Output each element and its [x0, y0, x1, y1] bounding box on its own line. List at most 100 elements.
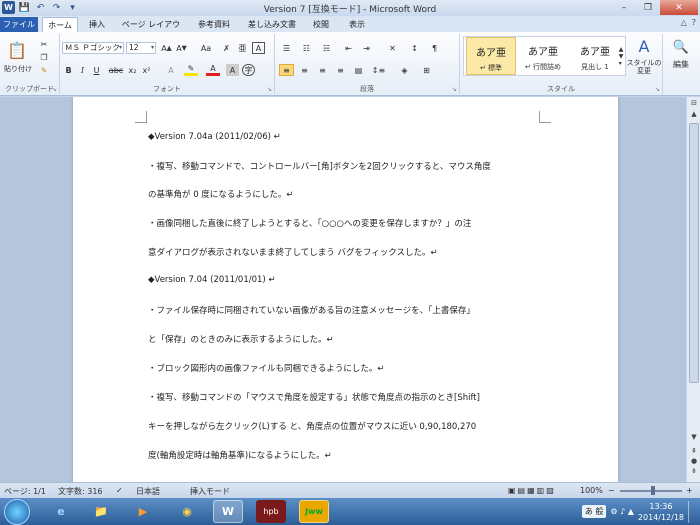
numbering-icon[interactable]: ☷ — [299, 42, 314, 54]
italic-icon[interactable]: I — [76, 64, 89, 76]
style-normal[interactable]: あア亜 ↵ 標準 — [466, 37, 516, 75]
enclose-char-icon[interactable]: 字 — [242, 64, 255, 76]
paste-button[interactable]: 貼り付け — [2, 64, 34, 74]
format-painter-icon[interactable]: ✎ — [38, 64, 50, 76]
font-color-icon[interactable]: A — [206, 64, 220, 76]
strikethrough-icon[interactable]: abc — [108, 64, 124, 76]
scroll-up-icon[interactable]: ▲ — [688, 110, 700, 122]
doc-line-4[interactable]: ・画像同梱した直後に終了しようとすると、「○○○への変更を保存しますか？」の注 — [148, 217, 471, 229]
minimize-button[interactable]: – — [612, 0, 636, 15]
zoom-out-icon[interactable]: − — [608, 486, 615, 495]
tab-file[interactable]: ファイル — [0, 17, 38, 32]
language-indicator[interactable]: 日本語 — [136, 486, 160, 497]
line-spacing-icon[interactable]: ↕≡ — [371, 64, 386, 76]
paste-icon[interactable]: 📋 — [4, 36, 30, 64]
sort-icon[interactable]: ↕ — [407, 42, 422, 54]
text-effects-icon[interactable]: A — [164, 64, 178, 76]
clock[interactable]: 13:36 2014/12/18 — [638, 501, 684, 523]
align-left-icon[interactable]: ≡ — [279, 64, 294, 76]
find-icon[interactable]: 🔍 — [671, 38, 691, 56]
tab-review[interactable]: 校閲 — [306, 17, 336, 32]
font-name-combo[interactable]: ＭＳ Ｐゴシック ▾ — [62, 42, 124, 54]
superscript-icon[interactable]: x² — [140, 64, 153, 76]
show-marks-icon[interactable]: ¶ — [427, 42, 442, 54]
doc-line-2[interactable]: ・複写、移動コマンドで、コントロールバー[角]ボタンを2回クリックすると、マウス… — [148, 160, 491, 172]
font-size-combo[interactable]: 12 ▾ — [126, 42, 156, 54]
close-button[interactable]: ✕ — [660, 0, 698, 15]
bullets-icon[interactable]: ☰ — [279, 42, 294, 54]
clear-format-icon[interactable]: ✗ — [220, 42, 233, 54]
doc-line-8[interactable]: と「保存」のときのみに表示するようにした。↵ — [148, 333, 334, 345]
grow-font-icon[interactable]: A ▲ — [160, 42, 173, 54]
text-direction-icon[interactable]: ✕ — [385, 42, 400, 54]
show-desktop-button[interactable] — [688, 500, 696, 523]
doc-line-6[interactable]: ◆Version 7.04 (2011/01/01) ↵ — [148, 275, 276, 285]
zoom-in-icon[interactable]: + — [686, 486, 693, 495]
tab-references[interactable]: 参考資料 — [192, 17, 236, 32]
change-styles-button[interactable]: スタイルの変更 — [624, 58, 664, 76]
align-right-icon[interactable]: ≡ — [315, 64, 330, 76]
subscript-icon[interactable]: x₂ — [126, 64, 139, 76]
tab-view[interactable]: 表示 — [342, 17, 372, 32]
insert-mode-indicator[interactable]: 挿入モード — [190, 486, 230, 497]
zoom-knob[interactable] — [651, 486, 655, 495]
align-center-icon[interactable]: ≡ — [297, 64, 312, 76]
tab-home[interactable]: ホーム — [42, 17, 78, 32]
help-icon[interactable]: ? — [692, 18, 696, 27]
borders-icon[interactable]: ⊞ — [419, 64, 434, 76]
explorer-icon[interactable]: 📁 — [86, 500, 116, 523]
decrease-indent-icon[interactable]: ⇤ — [341, 42, 356, 54]
font-launcher-icon[interactable]: ↘ — [267, 86, 272, 93]
page-count[interactable]: ページ: 1/1 — [4, 486, 46, 497]
tab-mailings[interactable]: 差し込み文書 — [244, 17, 300, 32]
change-case-icon[interactable]: Aa — [198, 42, 214, 54]
doc-line-12[interactable]: 度(軸角設定時は軸角基準)になるようにした。↵ — [148, 449, 332, 461]
distribute-icon[interactable]: ▤ — [351, 64, 366, 76]
jww-task-icon[interactable]: Jww — [299, 500, 329, 523]
maximize-button[interactable]: ❐ — [636, 0, 660, 15]
cut-icon[interactable]: ✂ — [38, 38, 50, 50]
char-border-icon[interactable]: A — [252, 42, 265, 54]
editing-button[interactable]: 編集 — [665, 58, 697, 70]
shrink-font-icon[interactable]: A ▼ — [175, 42, 188, 54]
media-player-icon[interactable]: ▶ — [128, 500, 158, 523]
style-no-spacing[interactable]: あア亜 ↵ 行間詰め — [518, 37, 568, 75]
style-heading-1[interactable]: あア亜 見出し 1 — [570, 37, 620, 75]
scroll-down-icon[interactable]: ▼ — [688, 433, 700, 445]
justify-icon[interactable]: ≡ — [333, 64, 348, 76]
bold-icon[interactable]: B — [62, 64, 75, 76]
next-page-icon[interactable]: ⇟ — [688, 467, 700, 479]
doc-line-3[interactable]: の基準角が 0 度になるようにした。↵ — [148, 188, 293, 200]
start-button[interactable] — [4, 499, 30, 525]
tray-icons[interactable]: ⚙ ♪ ▲ — [610, 507, 634, 516]
proofing-icon[interactable]: ✓ — [116, 486, 123, 495]
styles-launcher-icon[interactable]: ↘ — [655, 86, 660, 93]
paragraph-launcher-icon[interactable]: ↘ — [452, 86, 457, 93]
tab-page-layout[interactable]: ページ レイアウト — [118, 17, 184, 44]
copy-icon[interactable]: ❐ — [38, 51, 50, 63]
doc-line-1[interactable]: ◆Version 7.04a (2011/02/06) ↵ — [148, 132, 281, 142]
ribbon-minimize-icon[interactable]: △ — [681, 18, 687, 27]
chrome-icon[interactable]: ◉ — [172, 500, 202, 523]
doc-line-7[interactable]: ・ファイル保存時に同梱されていない画像がある旨の注意メッセージを、「上書保存」 — [148, 304, 475, 316]
ie-icon[interactable]: e — [46, 500, 76, 523]
phonetic-guide-icon[interactable]: 亜 — [236, 42, 249, 54]
multilevel-list-icon[interactable]: ☵ — [319, 42, 334, 54]
change-styles-icon[interactable]: A — [628, 36, 660, 56]
clipboard-launcher-icon[interactable]: ↘ — [52, 86, 57, 93]
word-task-icon[interactable]: W — [213, 500, 243, 523]
scroll-thumb[interactable] — [689, 123, 699, 383]
ime-indicator[interactable]: あ 般 — [581, 505, 607, 518]
tab-insert[interactable]: 挿入 — [82, 17, 112, 32]
doc-line-10[interactable]: ・複写、移動コマンドの「マウスで角度を設定する」状態で角度点の指示のとき[Shi… — [148, 391, 480, 403]
zoom-level[interactable]: 100% — [580, 486, 603, 495]
view-buttons-icon[interactable]: ▣▤▦▥▧ — [508, 486, 556, 495]
vertical-scrollbar[interactable]: ⊟ ▲ ▼ ⇞ ● ⇟ — [686, 97, 700, 482]
word-count[interactable]: 文字数: 316 — [58, 486, 103, 497]
hpb-task-icon[interactable]: hpb — [256, 500, 286, 523]
underline-icon[interactable]: U — [90, 64, 103, 76]
doc-line-9[interactable]: ・ブロック図形内の画像ファイルも同梱できるようにした。↵ — [148, 362, 384, 374]
shading-icon[interactable]: ◈ — [397, 64, 412, 76]
increase-indent-icon[interactable]: ⇥ — [359, 42, 374, 54]
doc-line-5[interactable]: 意ダイアログが表示されないまま終了してしまう バグをフィックスした。↵ — [148, 246, 438, 258]
